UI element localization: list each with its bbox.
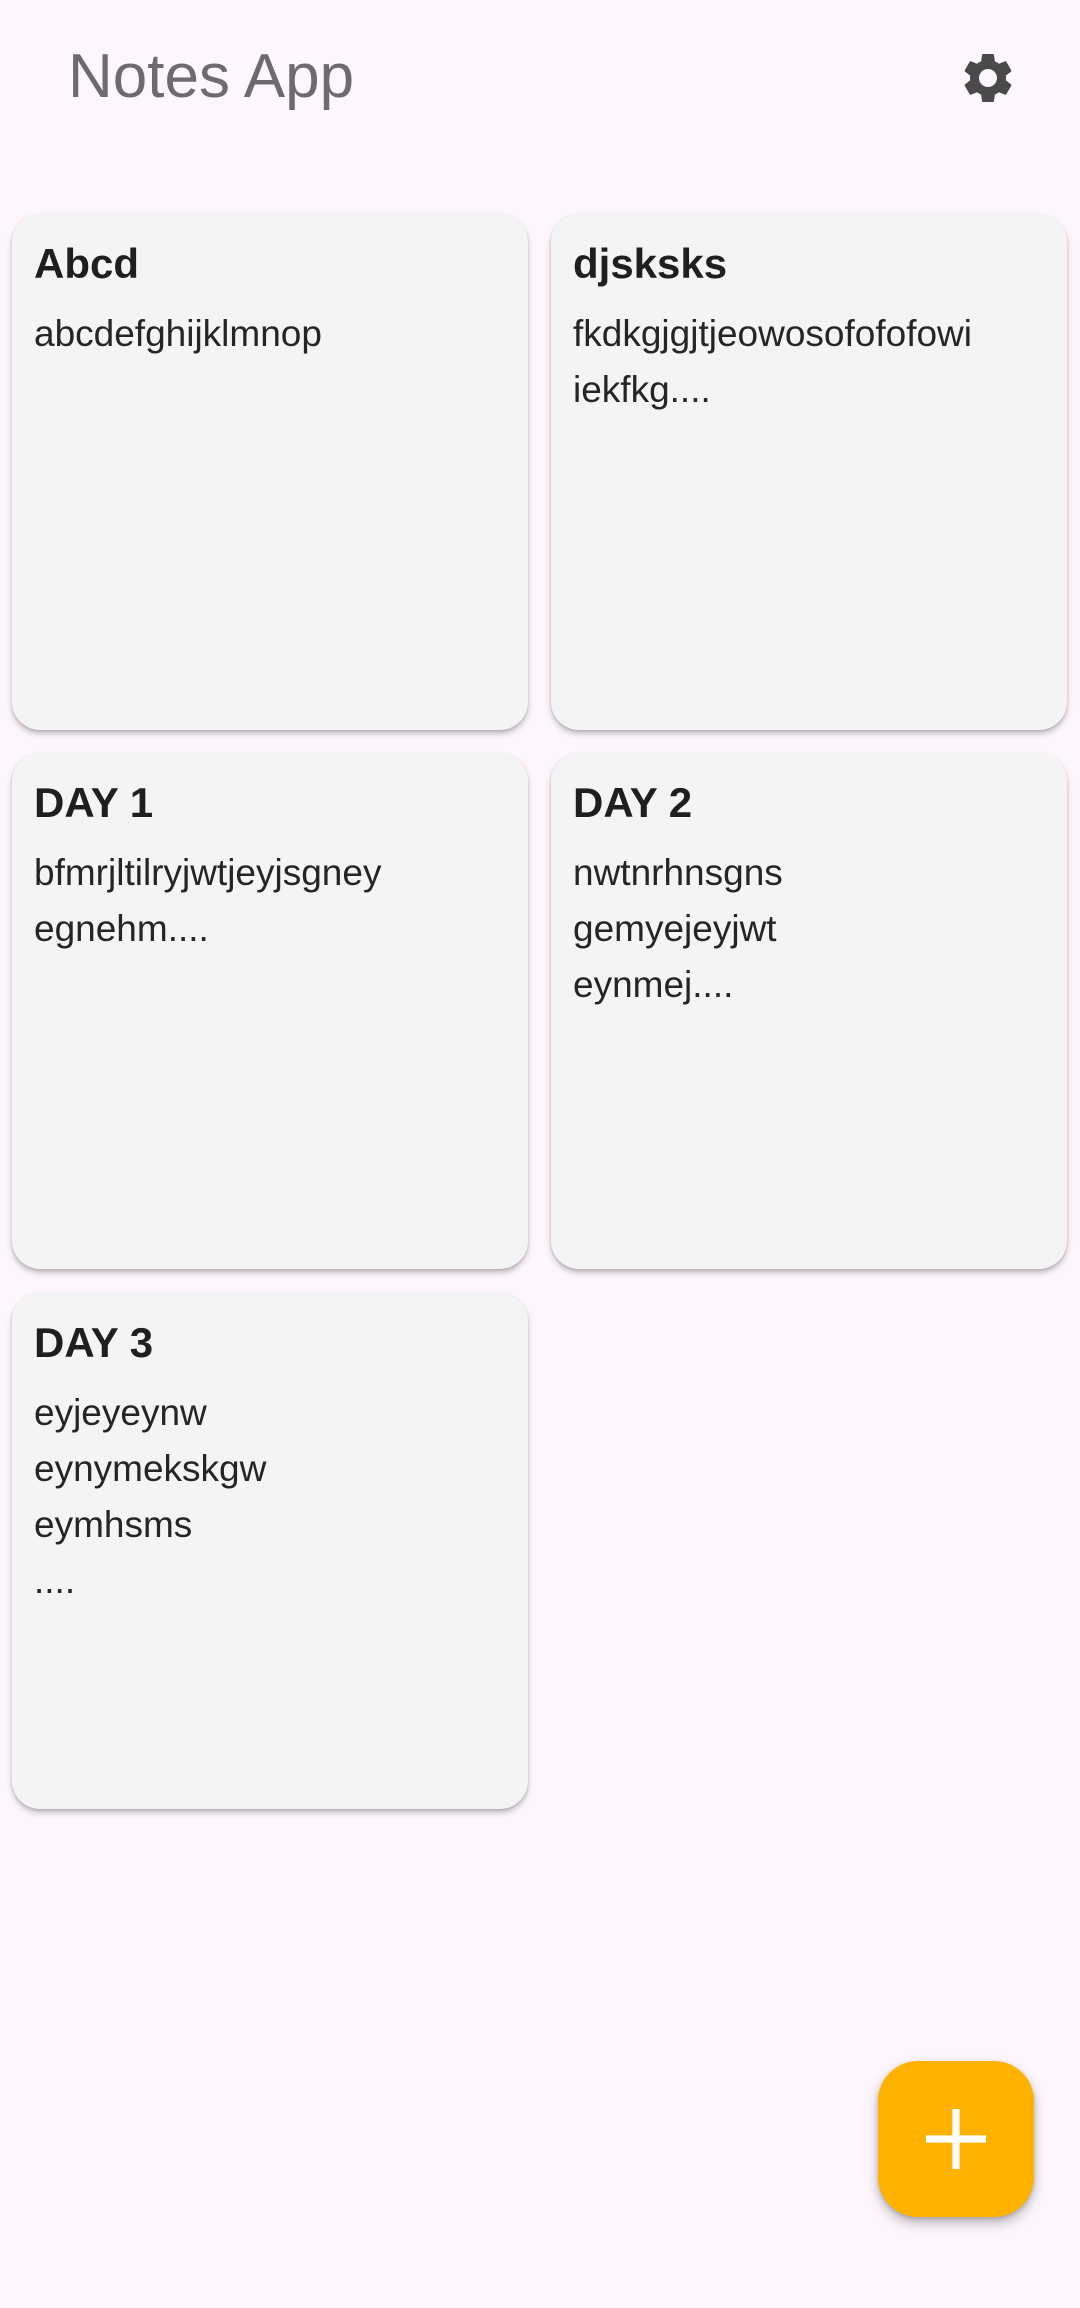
note-preview: abcdefghijklmnop (34, 313, 322, 354)
note-preview: fkdkgjgjtjeowosofofofowi iekfkg.... (573, 313, 972, 410)
note-card[interactable]: djsksks fkdkgjgjtjeowosofofofowi iekfkg.… (551, 214, 1067, 730)
notes-grid: Abcd abcdefghijklmnop djsksks fkdkgjgjtj… (0, 0, 1080, 2308)
note-preview: bfmrjltilryjwtjeyjsgney egnehm.... (34, 852, 382, 949)
note-title: Abcd (34, 240, 139, 287)
note-card[interactable]: DAY 3 eyjeyeynw eynymekskgw eymhsms .... (12, 1293, 528, 1809)
note-card[interactable]: DAY 1 bfmrjltilryjwtjeyjsgney egnehm.... (12, 753, 528, 1269)
note-preview: eyjeyeynw eynymekskgw eymhsms .... (34, 1392, 267, 1601)
note-title: DAY 3 (34, 1319, 154, 1366)
note-card[interactable]: Abcd abcdefghijklmnop (12, 214, 528, 730)
note-preview: nwtnrhnsgns gemyejeyjwt eynmej.... (573, 852, 783, 1005)
note-card[interactable]: DAY 2 nwtnrhnsgns gemyejeyjwt eynmej.... (551, 753, 1067, 1269)
note-title: DAY 1 (34, 779, 154, 826)
note-title: DAY 2 (573, 779, 693, 826)
plus-icon (926, 2109, 986, 2169)
add-note-button[interactable] (878, 2061, 1034, 2217)
note-title: djsksks (573, 240, 728, 287)
